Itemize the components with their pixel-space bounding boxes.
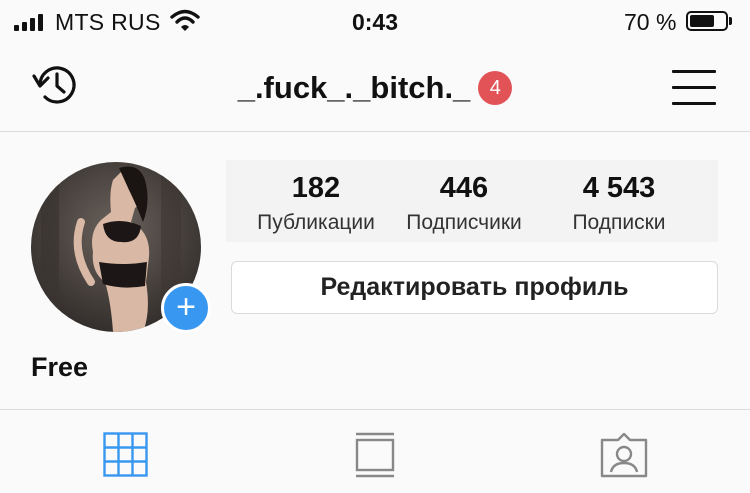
stat-posts[interactable]: 182 Публикации bbox=[246, 160, 386, 235]
battery-icon bbox=[686, 11, 728, 31]
username-title[interactable]: _.fuck_._bitch._ 4 bbox=[0, 70, 750, 106]
stat-value: 182 bbox=[291, 172, 341, 204]
username[interactable]: _.fuck_._bitch._ bbox=[238, 70, 471, 105]
stat-following[interactable]: 4 543 Подписки bbox=[544, 160, 694, 235]
stat-label: Публикации bbox=[257, 211, 375, 234]
profile-bio: Free bbox=[31, 352, 89, 382]
menu-icon[interactable] bbox=[672, 70, 716, 118]
stat-value: 446 bbox=[439, 172, 489, 204]
stat-label: Подписки bbox=[572, 211, 666, 234]
battery-percent: 70 % bbox=[624, 9, 677, 35]
stat-followers[interactable]: 446 Подписчики bbox=[394, 160, 534, 235]
stat-label: Подписчики bbox=[406, 211, 522, 234]
edit-profile-button[interactable]: Редактировать профиль bbox=[231, 261, 718, 314]
tagged-icon[interactable] bbox=[600, 432, 648, 478]
stat-value: 4 543 bbox=[582, 172, 656, 204]
feed-icon[interactable] bbox=[355, 432, 395, 478]
notification-badge: 4 bbox=[478, 71, 513, 105]
battery-tip bbox=[729, 17, 732, 25]
grid-icon[interactable] bbox=[103, 432, 148, 477]
profile-tabs bbox=[0, 409, 750, 493]
profile-stats: 182 Публикации 446 Подписчики 4 543 Подп… bbox=[226, 160, 718, 242]
status-bar: MTS RUS 0:43 70 % bbox=[0, 0, 750, 44]
profile-header: _.fuck_._bitch._ 4 bbox=[0, 44, 750, 132]
add-story-button[interactable]: + bbox=[161, 283, 211, 333]
